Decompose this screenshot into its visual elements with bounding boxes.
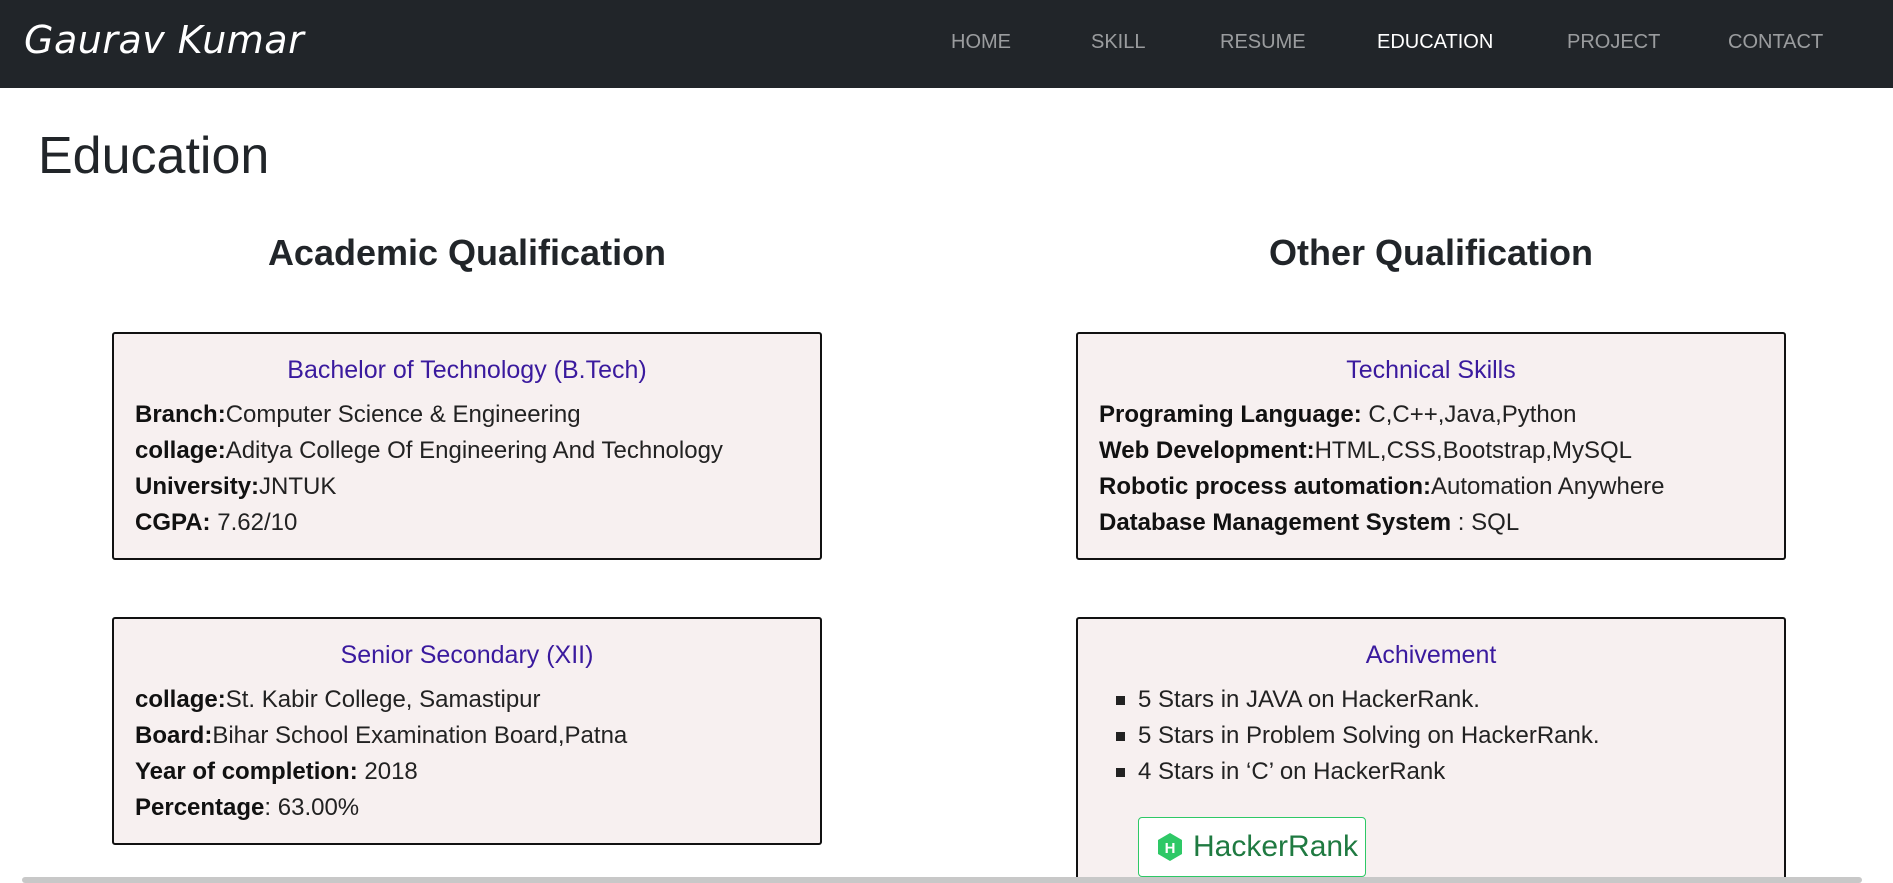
nav-link-contact[interactable]: CONTACT [1728,31,1823,54]
achievement-item: 4 Stars in ‘C’ on HackerRank [1116,754,1784,790]
bullet-icon [1116,732,1125,741]
senior-percentage-value: : 63.00% [264,794,360,821]
senior-year-value: 2018 [357,758,418,785]
skills-lang-row: Programing Language: C,C++,Java,Python [1078,397,1784,433]
btech-college-label: collage: [135,437,226,464]
btech-card: Bachelor of Technology (B.Tech) Branch:C… [112,332,822,560]
bullet-icon [1116,768,1125,777]
other-heading: Other Qualification [1268,232,1594,273]
skills-rpa-value: Automation Anywhere [1431,473,1665,500]
achievement-list: 5 Stars in JAVA on HackerRank. 5 Stars i… [1078,682,1784,790]
achievement-item: 5 Stars in JAVA on HackerRank. [1116,682,1784,718]
btech-college-row: collage:Aditya College Of Engineering An… [114,433,820,469]
skills-card: Technical Skills Programing Language: C,… [1076,332,1786,560]
senior-college-label: collage: [135,686,226,713]
skills-dbms-value: : SQL [1451,509,1520,536]
skills-rpa-row: Robotic process automation:Automation An… [1078,469,1784,505]
senior-college-row: collage:St. Kabir College, Samastipur [114,682,820,718]
btech-cgpa-value: 7.62/10 [210,509,298,536]
senior-percentage-label: Percentage [135,794,265,821]
hackerrank-logo-icon: H [1158,833,1182,861]
svg-text:H: H [1165,840,1176,857]
btech-university-row: University:JNTUK [114,469,820,505]
senior-title: Senior Secondary (XII) [340,641,594,669]
skills-dbms-row: Database Management System : SQL [1078,505,1784,541]
nav-link-skill[interactable]: SKILL [1091,31,1145,54]
skills-web-value: HTML,CSS,Bootstrap,MySQL [1314,437,1633,464]
senior-college-value: St. Kabir College, Samastipur [225,686,541,713]
brand-logo[interactable]: Gaurav Kumar [24,18,304,62]
achievement-item-text: 4 Stars in ‘C’ on HackerRank [1138,758,1446,785]
nav-link-resume[interactable]: RESUME [1220,31,1306,54]
achievement-title: Achivement [1365,641,1497,669]
nav-link-project[interactable]: PROJECT [1567,31,1660,54]
bullet-icon [1116,696,1125,705]
skills-rpa-label: Robotic process automation: [1099,473,1432,500]
skills-web-row: Web Development:HTML,CSS,Bootstrap,MySQL [1078,433,1784,469]
page-title: Education [38,127,270,185]
senior-board-value: Bihar School Examination Board,Patna [212,722,628,749]
achievement-item-text: 5 Stars in JAVA on HackerRank. [1138,686,1480,713]
senior-year-label: Year of completion: [135,758,358,785]
achievement-card: Achivement 5 Stars in JAVA on HackerRank… [1076,617,1786,883]
skills-lang-value: C,C++,Java,Python [1361,401,1577,428]
btech-cgpa-row: CGPA: 7.62/10 [114,505,820,541]
skills-lang-label: Programing Language: [1099,401,1362,428]
achievement-item-text: 5 Stars in Problem Solving on HackerRank… [1138,722,1600,749]
horizontal-scrollbar[interactable] [22,877,1862,883]
senior-board-row: Board:Bihar School Examination Board,Pat… [114,718,820,754]
btech-university-label: University: [135,473,260,500]
skills-web-label: Web Development: [1099,437,1315,464]
senior-percentage-row: Percentage: 63.00% [114,790,820,826]
navbar: Gaurav Kumar HOME SKILL RESUME EDUCATION… [0,0,1893,88]
senior-board-label: Board: [135,722,213,749]
btech-title: Bachelor of Technology (B.Tech) [287,356,647,384]
btech-college-value: Aditya College Of Engineering And Techno… [225,437,723,464]
btech-branch-value: Computer Science & Engineering [225,401,581,428]
nav-link-home[interactable]: HOME [951,31,1011,54]
btech-university-value: JNTUK [259,473,337,500]
hackerrank-badge-text: HackerRank [1193,830,1359,863]
hackerrank-badge-link[interactable]: H HackerRank [1138,817,1366,877]
skills-title: Technical Skills [1346,356,1516,384]
btech-branch-row: Branch:Computer Science & Engineering [114,397,820,433]
senior-card: Senior Secondary (XII) collage:St. Kabir… [112,617,822,845]
academic-heading: Academic Qualification [267,232,667,273]
senior-year-row: Year of completion: 2018 [114,754,820,790]
achievement-item: 5 Stars in Problem Solving on HackerRank… [1116,718,1784,754]
nav-link-education[interactable]: EDUCATION [1377,31,1493,54]
btech-cgpa-label: CGPA: [135,509,211,536]
btech-branch-label: Branch: [135,401,226,428]
skills-dbms-label: Database Management System [1099,509,1452,536]
